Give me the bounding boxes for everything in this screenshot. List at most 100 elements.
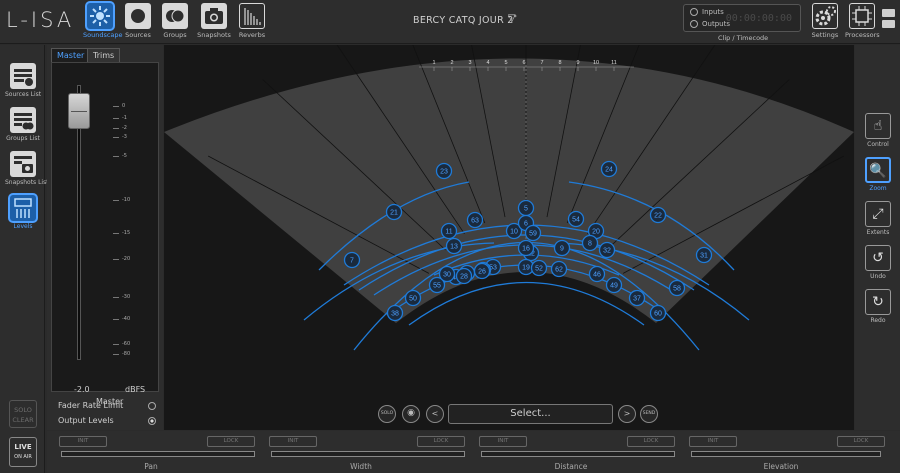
lock-button[interactable]: LOCK [627, 436, 675, 447]
sources-icon [125, 3, 151, 29]
ruler-label: 1 [432, 60, 435, 66]
init-button[interactable]: INIT [59, 436, 107, 447]
source-label: 50 [409, 296, 417, 303]
sidebar-item-groups-list[interactable]: Groups List [5, 107, 41, 142]
redo-icon: ↻ [865, 289, 891, 315]
sidebar-item-label: Snapshots List [5, 179, 49, 186]
radio-icon [690, 20, 698, 28]
source-label: 26 [478, 269, 486, 276]
previous-button[interactable]: < [426, 405, 444, 423]
elevation-slider[interactable] [691, 451, 881, 457]
soundscape-view[interactable]: 1 2 3 4 5 6 7 8 9 10 1123 2421 22563 5411 2010865913 97… [164, 45, 854, 430]
param-label: Pan [144, 462, 158, 471]
nav-soundscape[interactable]: Soundscape [83, 3, 123, 43]
source-label: 6 [524, 221, 528, 228]
lock-button[interactable]: LOCK [417, 436, 465, 447]
source-label: 38 [391, 311, 399, 318]
source-label: 63 [471, 218, 479, 225]
source-label: 7 [350, 258, 354, 265]
fader-scale-tick: -3 [113, 134, 127, 140]
undo-icon: ↺ [865, 245, 891, 271]
redo-button[interactable]: ↻ Redo [860, 289, 896, 324]
tool-label: Undo [870, 273, 886, 280]
clock-panel: Inputs Outputs 00:00:00:00 [683, 4, 801, 32]
source-label: 31 [700, 253, 708, 260]
settings-button[interactable]: Settings [808, 3, 842, 43]
nav-reverbs[interactable]: Reverbs [235, 3, 269, 43]
fader-scale-tick: -1 [113, 115, 127, 121]
select-dropdown[interactable]: Select... [448, 404, 613, 424]
source-label: 62 [555, 267, 563, 274]
sidebar-item-snapshots-list[interactable]: Snapshots List [5, 151, 49, 186]
fader-handle[interactable] [68, 93, 90, 129]
nav-groups[interactable]: Groups [158, 3, 192, 43]
control-tool[interactable]: ☝ Control [860, 113, 896, 148]
distance-slider[interactable] [481, 451, 675, 457]
pan-slider[interactable] [61, 451, 255, 457]
eye-icon[interactable]: ◉ [402, 405, 420, 423]
sidebar-item-sources-list[interactable]: Sources List [5, 63, 41, 98]
sidebar-item-levels[interactable]: Levels [5, 195, 41, 230]
fader-scale-tick: -20 [112, 256, 131, 262]
tool-label: Zoom [869, 185, 887, 192]
next-button[interactable]: > [618, 405, 636, 423]
source-label: 9 [560, 246, 564, 253]
extents-icon: ⤢ [865, 201, 891, 227]
solo-button[interactable]: SOLO [378, 405, 396, 423]
hand-icon: ☝ [865, 113, 891, 139]
source-label: 28 [460, 274, 468, 281]
fader-scale-tick: -60 [112, 341, 131, 347]
output-levels-option[interactable]: Output Levels [58, 416, 156, 425]
window-menu-icon[interactable] [882, 9, 895, 29]
undo-button[interactable]: ↺ Undo [860, 245, 896, 280]
init-button[interactable]: INIT [269, 436, 317, 447]
gear-icon [812, 3, 838, 29]
init-button[interactable]: INIT [689, 436, 737, 447]
fader-rate-limit-option[interactable]: Fader Rate Limit [58, 401, 156, 410]
source-label: 5 [524, 206, 528, 213]
outputs-option[interactable]: Outputs [690, 20, 730, 28]
tool-label: Redo [870, 317, 886, 324]
source-label: 13 [450, 244, 458, 251]
soundscape-canvas[interactable]: 1 2 3 4 5 6 7 8 9 10 11 23 24 21 22 5 63 54 11 20 10 8 6 59 13 9 7… [164, 45, 854, 430]
ruler-label: 10 [593, 60, 599, 66]
lock-button[interactable]: LOCK [837, 436, 885, 447]
radio-icon [690, 8, 698, 16]
left-sidebar: Sources List Groups List Snapshots List … [0, 45, 49, 473]
width-slider[interactable] [271, 451, 465, 457]
extents-tool[interactable]: ⤢ Extents [860, 201, 896, 236]
nav-snapshots[interactable]: Snapshots [197, 3, 231, 43]
nav-label: Groups [163, 31, 187, 39]
source-label: 11 [445, 229, 452, 236]
processors-button[interactable]: Processors [845, 3, 880, 43]
init-button[interactable]: INIT [479, 436, 527, 447]
ruler-label: 4 [486, 60, 489, 66]
fader-scale-tick: -40 [112, 316, 131, 322]
fader-scale-tick: 0 [112, 103, 126, 109]
nav-label: Reverbs [238, 31, 266, 39]
param-label: Distance [554, 462, 588, 471]
param-label: Elevation [763, 462, 799, 471]
param-label: Width [350, 462, 372, 471]
param-width: INIT LOCK Width [257, 431, 465, 473]
solo-clear-button[interactable]: SOLO CLEAR [9, 400, 37, 428]
fader-unit: dBFS [125, 385, 146, 394]
chevron-down-icon[interactable]: ▽ [508, 13, 516, 24]
lock-button[interactable]: LOCK [207, 436, 255, 447]
param-pan: INIT LOCK Pan [47, 431, 255, 473]
inputs-option[interactable]: Inputs [690, 8, 724, 16]
tab-master[interactable]: Master [51, 48, 91, 63]
nav-label: Sources [125, 31, 151, 39]
clock-caption: Clip / Timecode [718, 34, 769, 42]
show-title[interactable]: BERCY CATQ JOUR 2* [413, 14, 517, 26]
tab-trims[interactable]: Trims [87, 48, 121, 63]
source-label: 32 [603, 248, 611, 255]
live-on-air-button[interactable]: LIVE ON AIR [9, 437, 37, 467]
ruler-label: 2 [450, 60, 453, 66]
nav-sources[interactable]: Sources [121, 3, 155, 43]
send-button[interactable]: SEND [640, 405, 658, 423]
ruler-label: 7 [540, 60, 543, 66]
zoom-tool[interactable]: 🔍 Zoom [860, 157, 896, 192]
fader-scale-tick: -80 [112, 351, 131, 357]
ruler-label: 9 [576, 60, 579, 66]
